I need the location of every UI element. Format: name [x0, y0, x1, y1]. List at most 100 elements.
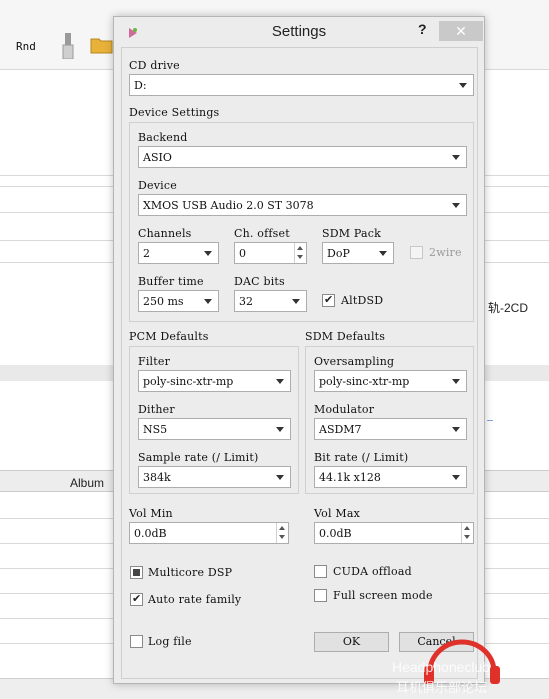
altdsd-label: AltDSD — [341, 294, 384, 307]
column-header-album[interactable]: Album — [70, 476, 104, 490]
vol-min-spinbox[interactable]: 0.0dB — [129, 522, 289, 544]
spin-down-icon[interactable] — [464, 535, 470, 539]
backend-select[interactable]: ASIO — [138, 146, 467, 168]
filter-select[interactable]: poly-sinc-xtr-mp — [138, 370, 291, 392]
background-row-text: 轨-2CD — [488, 301, 529, 315]
backend-label: Backend — [138, 131, 188, 144]
sample-rate-select[interactable]: 384k — [138, 466, 291, 488]
altdsd-checkbox[interactable] — [322, 293, 335, 307]
device-select[interactable]: XMOS USB Audio 2.0 ST 3078 — [138, 194, 467, 216]
vol-max-value: 0.0dB — [319, 527, 352, 540]
cuda-offload-label: CUDA offload — [333, 565, 412, 578]
spin-buttons[interactable] — [294, 243, 306, 263]
device-value: XMOS USB Audio 2.0 ST 3078 — [143, 199, 314, 212]
filter-value: poly-sinc-xtr-mp — [143, 375, 234, 388]
buffer-time-value: 250 ms — [143, 295, 184, 308]
auto-rate-family-label: Auto rate family — [148, 593, 242, 606]
svg-text:耳机俱乐部论坛: 耳机俱乐部论坛 — [396, 681, 487, 696]
title-bar[interactable]: Settings ? ✕ — [114, 17, 484, 47]
chevron-down-icon — [276, 427, 284, 432]
spin-up-icon[interactable] — [464, 526, 470, 530]
filter-label: Filter — [138, 355, 171, 368]
cd-drive-select[interactable]: D: — [129, 74, 474, 96]
multicore-dsp-checkbox[interactable] — [130, 566, 143, 579]
chevron-down-icon — [452, 155, 460, 160]
chevron-down-icon — [292, 299, 300, 304]
brush-icon[interactable] — [62, 33, 74, 59]
modulator-value: ASDM7 — [319, 423, 362, 436]
modulator-label: Modulator — [314, 403, 375, 416]
device-settings-heading: Device Settings — [129, 106, 220, 119]
channels-value: 2 — [143, 247, 150, 260]
oversampling-value: poly-sinc-xtr-mp — [319, 375, 410, 388]
help-button[interactable]: ? — [418, 21, 427, 37]
pcm-defaults-heading: PCM Defaults — [129, 330, 209, 343]
cd-drive-label: CD drive — [129, 59, 180, 72]
modulator-select[interactable]: ASDM7 — [314, 418, 467, 440]
spin-up-icon[interactable] — [279, 526, 285, 530]
sdm-defaults-heading: SDM Defaults — [305, 330, 386, 343]
buffer-time-select[interactable]: 250 ms — [138, 290, 219, 312]
log-file-label: Log file — [148, 635, 192, 648]
sdm-pack-value: DoP — [327, 247, 350, 260]
dither-label: Dither — [138, 403, 175, 416]
oversampling-label: Oversampling — [314, 355, 395, 368]
headphoneclub-watermark-logo: Headphoneclub 耳机俱乐部论坛 — [392, 639, 500, 696]
settings-dialog: Settings ? ✕ CD drive D: Device Settings… — [113, 16, 485, 684]
ch-offset-spinbox[interactable]: 0 — [234, 242, 307, 264]
chevron-down-icon — [204, 251, 212, 256]
ch-offset-label: Ch. offset — [234, 227, 290, 240]
auto-rate-family-checkbox[interactable] — [130, 592, 143, 606]
toolbar-rnd-button[interactable]: Rnd — [16, 40, 36, 53]
chevron-down-icon — [379, 251, 387, 256]
sdm-pack-label: SDM Pack — [322, 227, 382, 240]
spin-down-icon[interactable] — [297, 255, 303, 259]
vol-min-value: 0.0dB — [134, 527, 167, 540]
chevron-down-icon — [452, 475, 460, 480]
buffer-time-label: Buffer time — [138, 275, 204, 288]
channels-label: Channels — [138, 227, 192, 240]
dac-bits-label: DAC bits — [234, 275, 285, 288]
close-button[interactable]: ✕ — [439, 21, 483, 41]
dac-bits-value: 32 — [239, 295, 253, 308]
chevron-down-icon — [452, 379, 460, 384]
spin-down-icon[interactable] — [279, 535, 285, 539]
cd-drive-value: D: — [134, 79, 147, 92]
dither-select[interactable]: NS5 — [138, 418, 291, 440]
chevron-down-icon — [452, 203, 460, 208]
chevron-down-icon — [459, 83, 467, 88]
svg-text:Headphoneclub: Headphoneclub — [392, 659, 490, 675]
bit-rate-select[interactable]: 44.1k x128 — [314, 466, 467, 488]
vol-max-spinbox[interactable]: 0.0dB — [314, 522, 474, 544]
channels-select[interactable]: 2 — [138, 242, 219, 264]
full-screen-mode-label: Full screen mode — [333, 589, 433, 602]
bit-rate-label: Bit rate (/ Limit) — [314, 451, 409, 464]
multicore-dsp-label: Multicore DSP — [148, 566, 233, 579]
chevron-down-icon — [204, 299, 212, 304]
cuda-offload-checkbox[interactable] — [314, 565, 327, 578]
background-marker: ┄ — [487, 416, 494, 427]
dac-bits-select[interactable]: 32 — [234, 290, 307, 312]
backend-value: ASIO — [143, 151, 172, 164]
vol-max-label: Vol Max — [314, 507, 360, 520]
dither-value: NS5 — [143, 423, 168, 436]
log-file-checkbox[interactable] — [130, 635, 143, 648]
oversampling-select[interactable]: poly-sinc-xtr-mp — [314, 370, 467, 392]
spin-up-icon[interactable] — [297, 246, 303, 250]
folder-icon[interactable] — [90, 35, 114, 55]
2wire-label: 2wire — [429, 246, 462, 259]
chevron-down-icon — [276, 475, 284, 480]
spin-buttons[interactable] — [276, 523, 288, 543]
bit-rate-value: 44.1k x128 — [319, 471, 381, 484]
chevron-down-icon — [276, 379, 284, 384]
ch-offset-value: 0 — [239, 247, 246, 260]
full-screen-mode-checkbox[interactable] — [314, 589, 327, 602]
sample-rate-value: 384k — [143, 471, 171, 484]
spin-buttons[interactable] — [461, 523, 473, 543]
vol-min-label: Vol Min — [129, 507, 173, 520]
settings-panel: CD drive D: Device Settings Backend ASIO… — [121, 47, 478, 679]
sdm-pack-select[interactable]: DoP — [322, 242, 394, 264]
2wire-checkbox[interactable] — [410, 246, 423, 259]
ok-button[interactable]: OK — [314, 632, 389, 652]
device-label: Device — [138, 179, 177, 192]
